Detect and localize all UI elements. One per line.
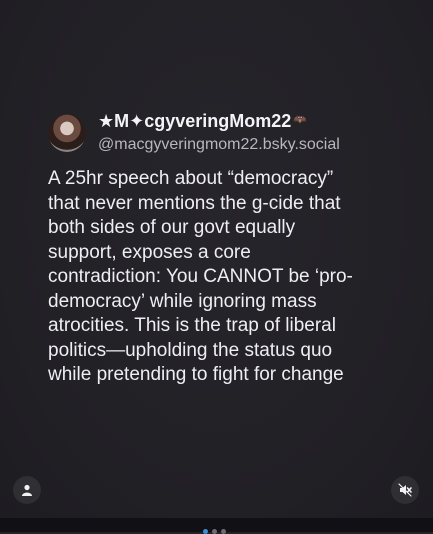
profile-button[interactable] (13, 476, 41, 504)
bat-icon: 🦇 (293, 114, 307, 126)
post-card: ★M✦cgyveringMom22 🦇 @macgyveringmom22.bsk… (48, 111, 388, 388)
author-names: ★M✦cgyveringMom22 🦇 @macgyveringmom22.bsk… (98, 111, 340, 153)
mute-icon (398, 483, 412, 497)
avatar[interactable] (48, 113, 86, 152)
user-handle: @macgyveringmom22.bsky.social (98, 135, 340, 153)
post-text: A 25hr speech about “democracy” that nev… (48, 168, 353, 386)
display-name: ★M✦cgyveringMom22 🦇 (98, 111, 340, 132)
media-frame: ★M✦cgyveringMom22 🦇 @macgyveringmom22.bsk… (0, 0, 433, 518)
display-name-text: ★M✦cgyveringMom22 (98, 111, 292, 131)
post-author[interactable]: ★M✦cgyveringMom22 🦇 @macgyveringmom22.bsk… (48, 111, 388, 153)
mute-button[interactable] (391, 476, 419, 504)
person-icon (22, 484, 32, 496)
